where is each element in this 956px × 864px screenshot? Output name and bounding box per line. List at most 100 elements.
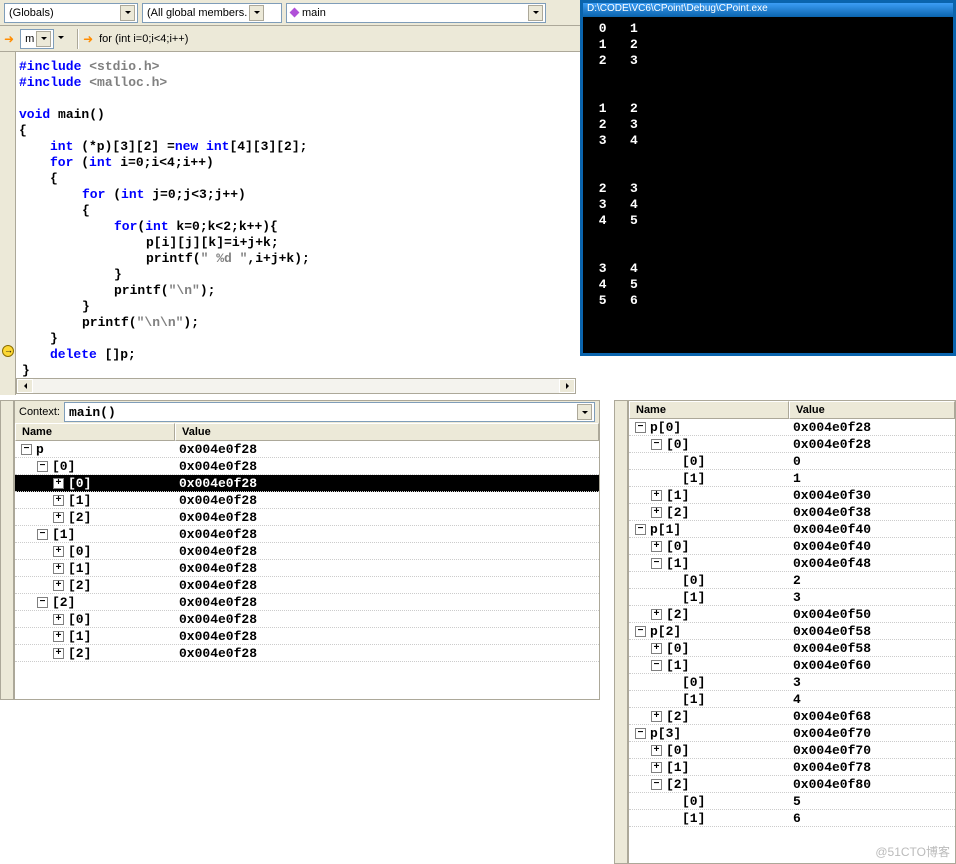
header-name[interactable]: Name bbox=[629, 401, 789, 419]
collapse-icon[interactable]: − bbox=[37, 529, 48, 540]
tree-row[interactable]: [0]3 bbox=[629, 674, 955, 691]
tree-row[interactable]: [0]2 bbox=[629, 572, 955, 589]
horizontal-scrollbar[interactable] bbox=[16, 378, 576, 394]
scroll-left-icon[interactable] bbox=[17, 379, 33, 393]
tree-row[interactable]: +[2]0x004e0f28 bbox=[15, 509, 599, 526]
header-value[interactable]: Value bbox=[789, 401, 955, 419]
expand-icon[interactable]: + bbox=[53, 614, 64, 625]
column-headers: Name Value bbox=[629, 401, 955, 419]
context-dropdown[interactable]: main() bbox=[64, 402, 595, 422]
expand-icon[interactable]: + bbox=[53, 580, 64, 591]
members-dropdown[interactable]: (All global members. bbox=[142, 3, 282, 23]
expand-icon[interactable]: + bbox=[651, 609, 662, 620]
tree-row[interactable]: −[1]0x004e0f48 bbox=[629, 555, 955, 572]
collapse-icon[interactable]: − bbox=[635, 626, 646, 637]
var-value: 1 bbox=[789, 471, 955, 486]
left-pane-tab[interactable] bbox=[0, 400, 14, 700]
step-dropdown-text: m bbox=[25, 33, 34, 45]
breakpoint-icon[interactable] bbox=[2, 345, 14, 357]
watch-tree[interactable]: −p[0]0x004e0f28−[0]0x004e0f28[0]0[1]1+[1… bbox=[629, 419, 955, 863]
collapse-icon[interactable]: − bbox=[651, 660, 662, 671]
tree-row[interactable]: −[1]0x004e0f28 bbox=[15, 526, 599, 543]
expand-icon[interactable]: + bbox=[651, 762, 662, 773]
scroll-right-icon[interactable] bbox=[559, 379, 575, 393]
var-name: [0] bbox=[682, 794, 705, 809]
expand-icon[interactable]: + bbox=[53, 546, 64, 557]
var-name: [1] bbox=[682, 811, 705, 826]
tree-row[interactable]: [1]4 bbox=[629, 691, 955, 708]
tree-row[interactable]: +[1]0x004e0f28 bbox=[15, 560, 599, 577]
dropdown-expand-icon[interactable] bbox=[58, 30, 73, 48]
expand-icon[interactable]: + bbox=[651, 490, 662, 501]
tree-row[interactable]: [0]5 bbox=[629, 793, 955, 810]
expand-icon[interactable]: + bbox=[53, 495, 64, 506]
var-value: 0x004e0f30 bbox=[789, 488, 955, 503]
expand-icon[interactable]: + bbox=[53, 563, 64, 574]
header-name[interactable]: Name bbox=[15, 423, 175, 441]
tree-row[interactable]: +[0]0x004e0f58 bbox=[629, 640, 955, 657]
tree-row[interactable]: +[0]0x004e0f28 bbox=[15, 475, 599, 492]
expand-icon[interactable]: + bbox=[651, 643, 662, 654]
expand-icon[interactable]: + bbox=[651, 711, 662, 722]
tree-row[interactable]: −[2]0x004e0f80 bbox=[629, 776, 955, 793]
tree-row[interactable]: +[0]0x004e0f28 bbox=[15, 611, 599, 628]
step-dropdown[interactable]: m bbox=[20, 29, 54, 49]
tree-row[interactable]: +[1]0x004e0f28 bbox=[15, 628, 599, 645]
tree-row[interactable]: +[2]0x004e0f68 bbox=[629, 708, 955, 725]
tree-row[interactable]: [0]0 bbox=[629, 453, 955, 470]
tree-row[interactable]: [1]3 bbox=[629, 589, 955, 606]
right-pane-tab[interactable] bbox=[614, 400, 628, 864]
collapse-icon[interactable]: − bbox=[651, 558, 662, 569]
tree-row[interactable]: −[0]0x004e0f28 bbox=[15, 458, 599, 475]
expand-icon[interactable]: + bbox=[53, 648, 64, 659]
collapse-icon[interactable]: − bbox=[635, 524, 646, 535]
tree-row[interactable]: −p[2]0x004e0f58 bbox=[629, 623, 955, 640]
function-dropdown[interactable]: main bbox=[286, 3, 546, 23]
expand-icon[interactable]: + bbox=[651, 507, 662, 518]
expand-icon[interactable]: + bbox=[651, 541, 662, 552]
var-value: 0x004e0f28 bbox=[175, 595, 599, 610]
expand-icon[interactable]: + bbox=[53, 512, 64, 523]
collapse-icon[interactable]: − bbox=[37, 597, 48, 608]
collapse-icon[interactable]: − bbox=[651, 439, 662, 450]
tree-row[interactable]: +[2]0x004e0f28 bbox=[15, 645, 599, 662]
tree-row[interactable]: −p[3]0x004e0f70 bbox=[629, 725, 955, 742]
collapse-icon[interactable]: − bbox=[651, 779, 662, 790]
var-value: 4 bbox=[789, 692, 955, 707]
collapse-icon[interactable]: − bbox=[635, 728, 646, 739]
tree-row[interactable]: +[0]0x004e0f70 bbox=[629, 742, 955, 759]
var-value: 0x004e0f40 bbox=[789, 539, 955, 554]
tree-row[interactable]: +[0]0x004e0f40 bbox=[629, 538, 955, 555]
code-editor[interactable]: #include <stdio.h> #include <malloc.h> v… bbox=[16, 55, 576, 395]
tree-row[interactable]: [1]1 bbox=[629, 470, 955, 487]
tree-row[interactable]: +[2]0x004e0f28 bbox=[15, 577, 599, 594]
tree-row[interactable]: −p0x004e0f28 bbox=[15, 441, 599, 458]
tree-row[interactable]: +[1]0x004e0f78 bbox=[629, 759, 955, 776]
var-value: 0x004e0f48 bbox=[789, 556, 955, 571]
tree-row[interactable]: −p[1]0x004e0f40 bbox=[629, 521, 955, 538]
tree-row[interactable]: +[1]0x004e0f30 bbox=[629, 487, 955, 504]
variables-tree[interactable]: −p0x004e0f28−[0]0x004e0f28+[0]0x004e0f28… bbox=[15, 441, 599, 699]
scope-dropdown[interactable]: (Globals) bbox=[4, 3, 138, 23]
collapse-icon[interactable]: − bbox=[635, 422, 646, 433]
tree-row[interactable]: +[2]0x004e0f50 bbox=[629, 606, 955, 623]
expand-icon[interactable]: + bbox=[651, 745, 662, 756]
tree-row[interactable]: −[2]0x004e0f28 bbox=[15, 594, 599, 611]
var-value: 0x004e0f28 bbox=[175, 442, 599, 457]
tree-row[interactable]: −[0]0x004e0f28 bbox=[629, 436, 955, 453]
tree-row[interactable]: −[1]0x004e0f60 bbox=[629, 657, 955, 674]
tree-row[interactable]: +[1]0x004e0f28 bbox=[15, 492, 599, 509]
collapse-icon[interactable]: − bbox=[37, 461, 48, 472]
tree-row[interactable]: [1]6 bbox=[629, 810, 955, 827]
var-name: [2] bbox=[666, 709, 689, 724]
header-value[interactable]: Value bbox=[175, 423, 599, 441]
expand-icon[interactable]: + bbox=[53, 631, 64, 642]
tree-row[interactable]: +[0]0x004e0f28 bbox=[15, 543, 599, 560]
chevron-down-icon bbox=[36, 31, 51, 47]
tree-row[interactable]: −p[0]0x004e0f28 bbox=[629, 419, 955, 436]
expand-icon[interactable]: + bbox=[53, 478, 64, 489]
code-gutter[interactable] bbox=[0, 52, 16, 395]
var-name: [1] bbox=[682, 590, 705, 605]
collapse-icon[interactable]: − bbox=[21, 444, 32, 455]
tree-row[interactable]: +[2]0x004e0f38 bbox=[629, 504, 955, 521]
